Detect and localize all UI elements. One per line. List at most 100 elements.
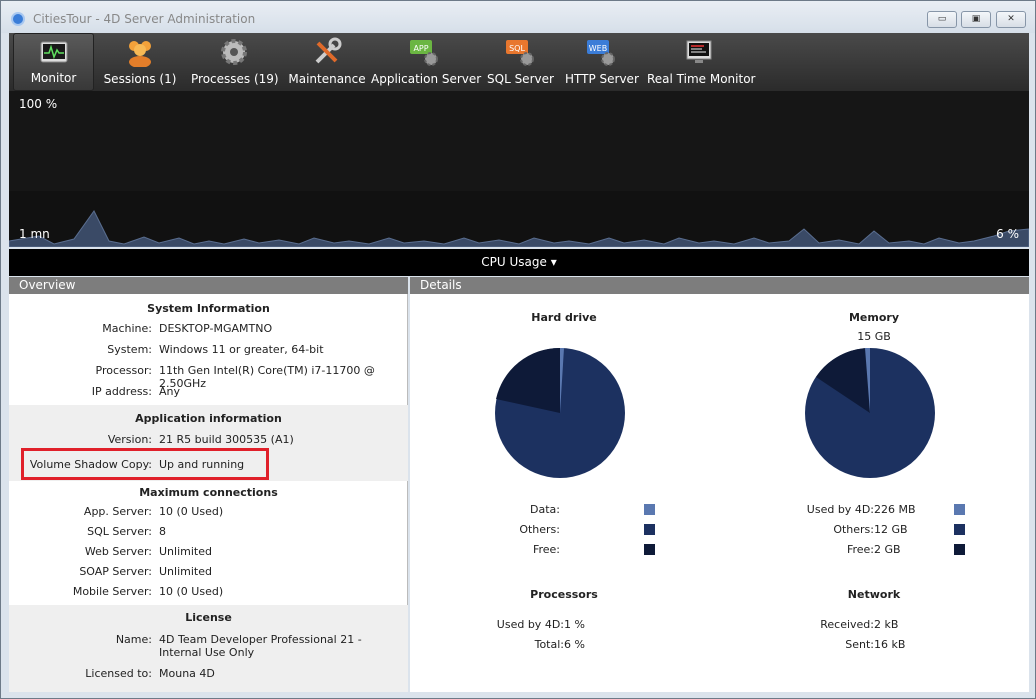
legend-value: 2 GB xyxy=(874,543,901,556)
app-badge-text: APP xyxy=(413,44,428,53)
users-icon xyxy=(129,41,151,67)
hard-drive-pie xyxy=(495,347,625,478)
tab-label: SQL Server xyxy=(487,72,554,86)
app-window: CitiesTour - 4D Server Administration ▭ … xyxy=(0,0,1036,699)
row-key: Licensed to: xyxy=(85,667,152,680)
legend-label: Sent: xyxy=(845,638,874,651)
memory-title: Memory xyxy=(848,311,900,324)
legend-label: Used by 4D: xyxy=(806,503,874,516)
used-swatch xyxy=(954,504,965,515)
graph-max-label: 100 % xyxy=(19,97,58,111)
legend-value: 2 kB xyxy=(874,618,899,631)
row-value: Mouna 4D xyxy=(159,667,215,680)
legend-label: Free: xyxy=(846,543,874,556)
legend-label: Data: xyxy=(530,503,560,516)
row-value: 10 (0 Used) xyxy=(159,585,224,598)
section-title: System Information xyxy=(147,302,270,315)
maximize-button[interactable]: ▣ xyxy=(961,11,991,28)
tab-sessions[interactable]: Sessions (1) xyxy=(101,33,179,91)
hard-drive-title: Hard drive xyxy=(531,311,597,324)
tab-maintenance[interactable]: Maintenance xyxy=(287,33,367,91)
monitor-icon xyxy=(40,41,67,63)
cpu-usage-line xyxy=(9,210,1029,247)
sql-badge-text: SQL xyxy=(509,44,525,53)
maximum-connections-section: Maximum connections App. Server: 10 (0 Us… xyxy=(9,481,408,605)
graph-selector-dropdown[interactable]: CPU Usage ▾ xyxy=(9,249,1029,276)
section-title: License xyxy=(185,611,232,624)
others-swatch xyxy=(954,524,965,535)
legend-label: Free: xyxy=(532,543,560,556)
row-key: SQL Server: xyxy=(87,525,152,538)
legend-label: Received: xyxy=(820,618,874,631)
row-value: Unlimited xyxy=(159,565,212,578)
memory-pie xyxy=(805,347,935,478)
caret-down-icon: ▾ xyxy=(550,255,557,269)
network-title: Network xyxy=(847,588,901,601)
data-swatch xyxy=(644,504,655,515)
row-key: SOAP Server: xyxy=(79,565,152,578)
tab-label: Application Server xyxy=(371,72,482,86)
row-key: Processor: xyxy=(95,364,153,377)
overview-header: Overview xyxy=(9,277,408,294)
realtime-monitor-icon xyxy=(686,40,712,63)
memory-total: 15 GB xyxy=(857,330,891,343)
legend-label: Others: xyxy=(833,523,874,536)
system-information-section: System Information Machine: DESKTOP-MGAMT… xyxy=(9,294,408,405)
others-swatch xyxy=(644,524,655,535)
row-value: 10 (0 Used) xyxy=(159,505,224,518)
web-badge-text: WEB xyxy=(589,44,607,53)
minimize-button[interactable]: ▭ xyxy=(927,11,957,28)
row-value: DESKTOP-MGAMTNO xyxy=(159,322,273,335)
tab-label: Processes (19) xyxy=(191,72,279,86)
tab-label: Sessions (1) xyxy=(103,72,177,86)
row-key: IP address: xyxy=(91,385,152,398)
license-section: License Name: 4D Team Developer Professio… xyxy=(9,605,408,692)
row-value: 8 xyxy=(159,525,166,538)
graph-selector-label: CPU Usage xyxy=(481,255,547,269)
details-panel: Hard drive Data: Others: Free: Memory 15… xyxy=(410,294,1029,692)
legend-label: Total: xyxy=(534,638,564,651)
graph-time-label: 1 mn xyxy=(19,227,50,241)
row-value: 4D Team Developer Professional 21 - Inte… xyxy=(159,633,362,659)
section-title: Maximum connections xyxy=(139,486,278,499)
gear-icon xyxy=(221,39,247,65)
row-key: Mobile Server: xyxy=(72,585,152,598)
tab-label: Maintenance xyxy=(288,72,366,86)
close-button[interactable]: ✕ xyxy=(996,11,1026,28)
tab-processes[interactable]: Processes (19) xyxy=(191,33,279,91)
legend-value: 16 kB xyxy=(874,638,906,651)
row-value: Any xyxy=(159,385,181,398)
legend-label: Others: xyxy=(519,523,560,536)
row-value: Windows 11 or greater, 64-bit xyxy=(159,343,324,356)
legend-value: 226 MB xyxy=(874,503,916,516)
tools-icon xyxy=(315,37,342,64)
section-title: Application information xyxy=(135,412,282,425)
legend-value: 1 % xyxy=(564,618,585,631)
free-swatch xyxy=(954,544,965,555)
processors-title: Processors xyxy=(530,588,598,601)
row-key: Version: xyxy=(107,433,152,446)
free-swatch xyxy=(644,544,655,555)
overview-panel: System Information Machine: DESKTOP-MGAMT… xyxy=(9,294,408,692)
app-server-icon: APP xyxy=(410,40,438,66)
legend-value: 12 GB xyxy=(874,523,908,536)
highlight-box xyxy=(21,448,269,480)
web-server-icon: WEB xyxy=(587,40,615,66)
tab-label: Monitor xyxy=(30,71,77,85)
tab-label: HTTP Server xyxy=(565,72,639,86)
legend-label: Used by 4D: xyxy=(496,618,564,631)
row-key: App. Server: xyxy=(83,505,152,518)
graph-current-label: 6 % xyxy=(996,227,1019,241)
row-value: Unlimited xyxy=(159,545,212,558)
row-key: Machine: xyxy=(102,322,152,335)
row-value: 21 R5 build 300535 (A1) xyxy=(159,433,294,446)
tab-real-time-monitor[interactable]: Real Time Monitor xyxy=(647,33,755,91)
tab-application-server[interactable]: APP Application Server xyxy=(371,33,482,91)
window-title: CitiesTour - 4D Server Administration xyxy=(33,12,256,26)
tab-monitor[interactable]: Monitor xyxy=(13,33,94,91)
cpu-graph: 100 % 1 mn 6 % xyxy=(9,91,1029,247)
tab-sql-server[interactable]: SQL SQL Server xyxy=(487,33,554,91)
tab-http-server[interactable]: WEB HTTP Server xyxy=(565,33,639,91)
legend-value: 6 % xyxy=(564,638,585,651)
row-key: System: xyxy=(107,343,152,356)
